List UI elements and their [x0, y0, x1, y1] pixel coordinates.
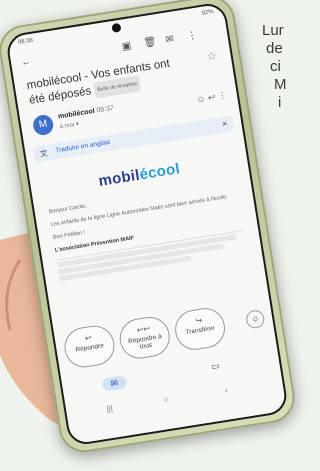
more-icon[interactable]: ⋮ [217, 90, 227, 101]
translate-link[interactable]: Traduire en anglais [55, 139, 111, 155]
reply-all-button[interactable]: ↩↩ Répondre à tous [116, 314, 173, 362]
reply-button[interactable]: ↩ Répondre [61, 322, 118, 371]
sender-time: 08:37 [96, 104, 115, 115]
home-icon[interactable]: ○ [163, 395, 169, 405]
mail-icon[interactable]: ✉ [165, 34, 175, 47]
forward-button[interactable]: ↪ Transférer [172, 305, 228, 353]
sender-name: mobilécool 08:37 [57, 104, 115, 121]
delete-icon[interactable]: 🗑 [143, 36, 157, 50]
avatar: M [31, 113, 55, 137]
star-icon[interactable]: ☆ [206, 49, 218, 63]
status-time: 08:36 [17, 37, 34, 46]
emoji-button[interactable]: ☺ [244, 308, 266, 330]
meet-tab-icon[interactable]: ▭ [210, 360, 220, 372]
close-icon[interactable]: × [221, 118, 228, 129]
translate-icon: 文 [39, 148, 49, 159]
back-arrow-icon[interactable]: ← [20, 56, 32, 69]
recipient[interactable]: à moi ▾ [59, 120, 79, 130]
mail-tab-icon[interactable]: ✉ [101, 375, 127, 392]
emoji-react-icon[interactable]: ☺ [196, 93, 207, 104]
phone: 08:36 92% ← ▣ 🗑 ✉ ⋮ mobilécool - Vos enf… [0, 0, 299, 456]
phone-screen: 08:36 92% ← ▣ 🗑 ✉ ⋮ mobilécool - Vos enf… [4, 1, 290, 447]
back-icon[interactable]: ‹ [224, 385, 228, 394]
status-battery: 92% [201, 8, 215, 17]
recents-icon[interactable]: ||| [106, 404, 114, 414]
reply-icon[interactable]: ↩ [207, 92, 216, 103]
more-options-icon[interactable]: ⋮ [186, 30, 198, 43]
email-body: Bonjour Carole, Les enfants de la ligne … [48, 179, 247, 282]
archive-icon[interactable]: ▣ [121, 40, 132, 53]
sender-actions: ☺ ↩ ⋮ [196, 90, 228, 106]
